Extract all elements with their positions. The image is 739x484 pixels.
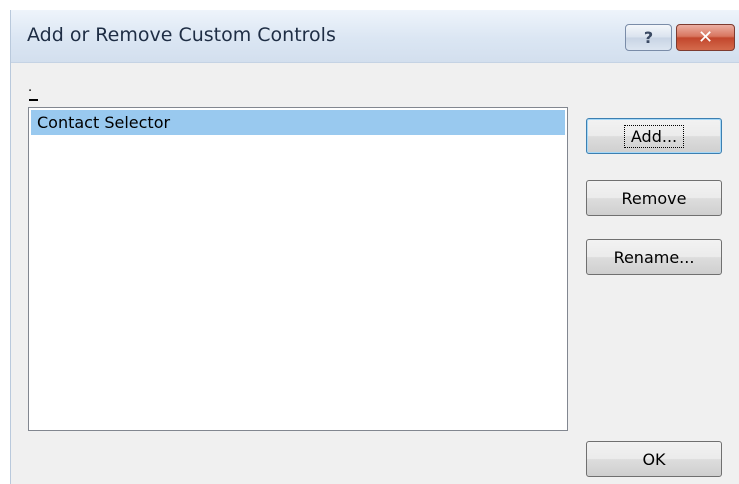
custom-controls-list[interactable]: Contact Selector bbox=[28, 107, 568, 431]
rename-button-label: Rename... bbox=[613, 247, 695, 267]
title-bar: Add or Remove Custom Controls ? ✕ bbox=[11, 10, 739, 63]
help-icon: ? bbox=[643, 28, 654, 47]
help-button[interactable]: ? bbox=[625, 24, 672, 51]
remove-button[interactable]: Remove bbox=[586, 180, 722, 216]
rename-button[interactable]: Rename... bbox=[586, 239, 722, 275]
dot-mark: . bbox=[28, 80, 33, 95]
dialog-title: Add or Remove Custom Controls bbox=[27, 24, 336, 46]
custom-controls-dialog: Add or Remove Custom Controls ? ✕ . Cont… bbox=[10, 10, 739, 484]
remove-button-label: Remove bbox=[621, 188, 687, 208]
add-button[interactable]: Add... bbox=[586, 118, 722, 154]
list-item[interactable]: Contact Selector bbox=[31, 110, 565, 135]
close-button[interactable]: ✕ bbox=[676, 24, 735, 51]
ok-button[interactable]: OK bbox=[586, 441, 722, 477]
underline-mark bbox=[29, 99, 38, 101]
close-icon: ✕ bbox=[697, 27, 714, 48]
add-button-label: Add... bbox=[623, 124, 685, 148]
ok-button-label: OK bbox=[642, 449, 666, 469]
